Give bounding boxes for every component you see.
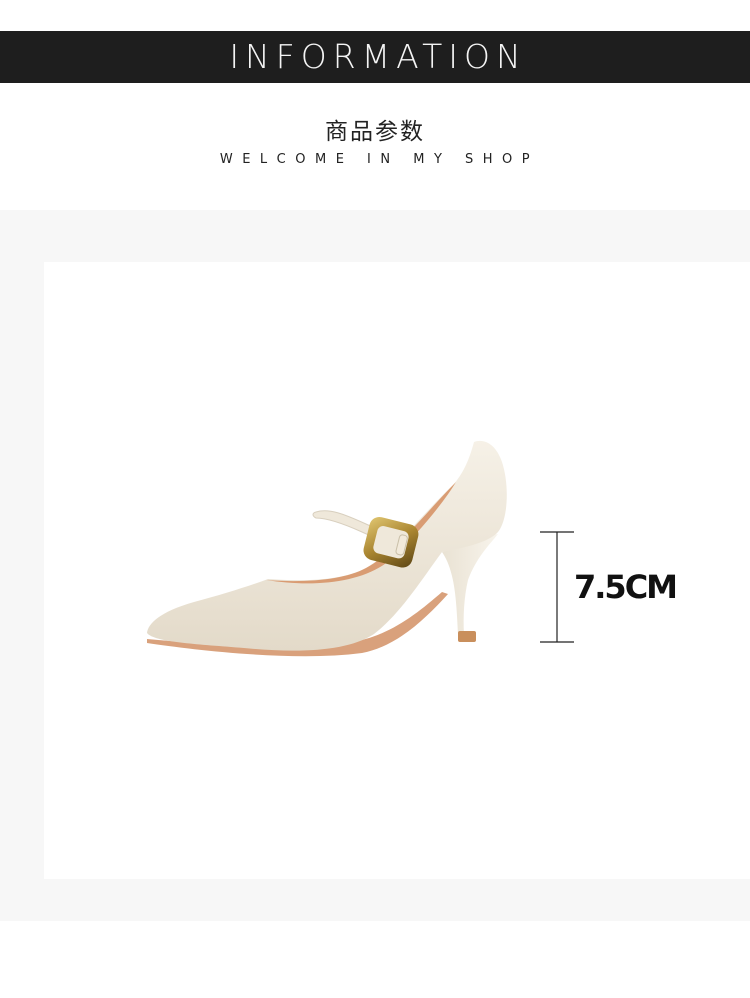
heel-tip — [458, 631, 476, 642]
heel-height-marker — [540, 531, 574, 643]
product-panel: 7.5CM — [0, 210, 750, 921]
section-subtitle-en: WELCOME IN MY SHOP — [219, 152, 540, 167]
buckle-icon — [363, 516, 419, 568]
banner-title: INFORMATION — [229, 37, 527, 76]
information-banner: INFORMATION — [0, 31, 750, 83]
section-title-cn: 商品参数 — [325, 119, 425, 145]
heel-height-label: 7.5CM — [574, 568, 678, 606]
product-image-card: 7.5CM — [44, 262, 750, 879]
shoe-body — [147, 440, 507, 651]
